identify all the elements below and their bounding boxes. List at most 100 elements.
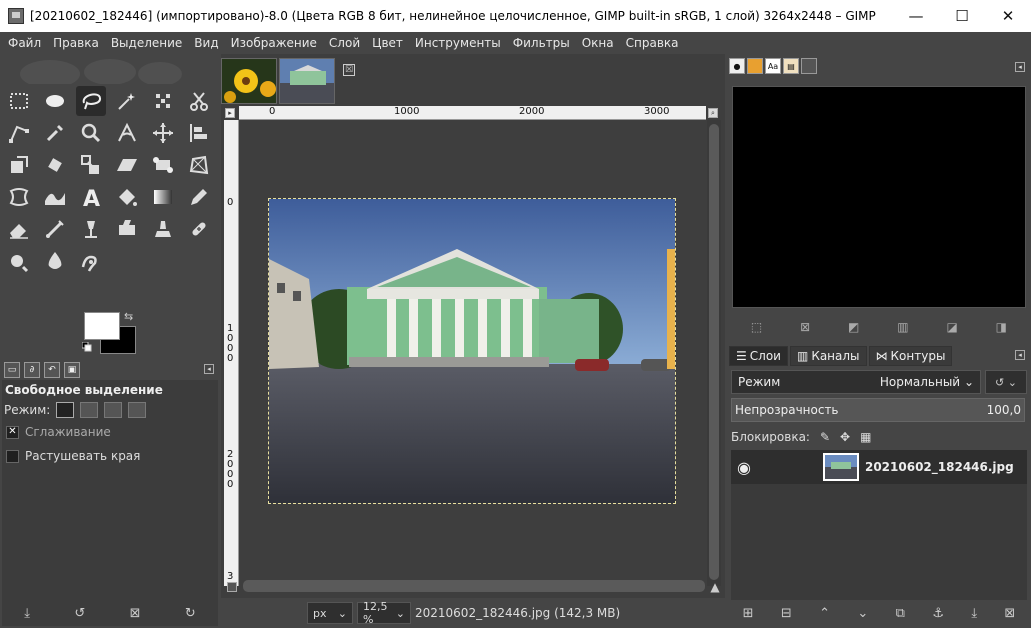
menu-view[interactable]: Вид xyxy=(188,36,224,50)
brush-duplicate-icon[interactable]: ▥ xyxy=(897,320,908,334)
fuzzy-select-tool-button[interactable] xyxy=(112,86,142,116)
blur-tool-button[interactable] xyxy=(40,246,70,276)
ellipse-select-tool-button[interactable] xyxy=(40,86,70,116)
toggle-quick-mask-icon[interactable] xyxy=(227,582,237,592)
restore-options-icon[interactable]: ↺ xyxy=(74,606,85,621)
tab-layers[interactable]: ☰ Слои xyxy=(729,346,788,366)
opacity-slider[interactable]: Непрозрачность 100,0 xyxy=(731,398,1025,422)
undo-history-tab-icon[interactable]: ↶ xyxy=(44,362,60,378)
cage-tool-button[interactable] xyxy=(4,182,34,212)
text-tool-button[interactable]: A xyxy=(76,182,106,212)
delete-options-icon[interactable]: ⊠ xyxy=(130,606,141,621)
brush-preview-area[interactable] xyxy=(732,86,1026,308)
raise-layer-icon[interactable]: ⌃ xyxy=(819,606,830,621)
tab-paths[interactable]: ⋈ Контуры xyxy=(868,346,953,366)
image-tab-flowers[interactable] xyxy=(221,58,277,104)
scale-tool-button[interactable] xyxy=(76,150,106,180)
unit-selector[interactable]: px ⌄ xyxy=(307,602,353,624)
navigate-icon[interactable]: ▲ xyxy=(710,580,720,594)
ink-tool-button[interactable] xyxy=(76,214,106,244)
document-history-tab-icon[interactable]: ▤ xyxy=(783,58,799,74)
lower-layer-icon[interactable]: ⌄ xyxy=(857,606,868,621)
merge-down-icon[interactable]: ⤓ xyxy=(971,606,977,621)
antialias-checkbox[interactable]: ✕ xyxy=(6,425,19,439)
perspective-tool-button[interactable] xyxy=(184,150,214,180)
menu-layer[interactable]: Слой xyxy=(323,36,366,50)
mode-subtract-button[interactable] xyxy=(104,402,123,418)
eye-visibility-icon[interactable]: ◉ xyxy=(737,458,751,477)
align-tool-button[interactable] xyxy=(184,118,214,148)
brush-view-icon[interactable]: ⬚ xyxy=(751,320,762,334)
brush-new-icon[interactable]: ◪ xyxy=(946,320,957,334)
layer-mode-select[interactable]: Режим Нормальный ⌄ xyxy=(731,370,981,394)
reset-options-icon[interactable]: ↻ xyxy=(185,606,196,621)
composite-mode-button[interactable]: ↺ ⌄ xyxy=(985,370,1027,394)
image-tab-building[interactable] xyxy=(279,58,335,104)
patterns-tab-icon[interactable] xyxy=(747,58,763,74)
feather-checkbox[interactable] xyxy=(6,449,19,463)
layers-dock-menu-icon[interactable]: ◂ xyxy=(1015,350,1025,360)
menu-file[interactable]: Файл xyxy=(2,36,47,50)
image-canvas[interactable] xyxy=(268,198,676,504)
lock-pixels-icon[interactable]: ✎ xyxy=(820,430,830,444)
shear-tool-button[interactable] xyxy=(112,150,142,180)
rotate-tool-button[interactable] xyxy=(40,150,70,180)
heal-tool-button[interactable] xyxy=(184,214,214,244)
warp-tool-button[interactable] xyxy=(40,182,70,212)
quick-mask-icon[interactable]: ▸ xyxy=(225,108,235,118)
save-options-icon[interactable]: ⤓ xyxy=(24,606,30,621)
menu-windows[interactable]: Окна xyxy=(576,36,620,50)
handle-transform-tool-button[interactable] xyxy=(148,150,178,180)
brushes-tab-icon[interactable]: ● xyxy=(729,58,745,74)
tab-channels[interactable]: ▥ Каналы xyxy=(789,346,867,366)
device-status-tab-icon[interactable]: ∂ xyxy=(24,362,40,378)
unified-transform-tool-button[interactable] xyxy=(4,150,34,180)
lock-position-icon[interactable]: ✥ xyxy=(840,430,850,444)
mypaint-brush-tool-button[interactable] xyxy=(112,214,142,244)
minimize-button[interactable]: — xyxy=(893,0,939,32)
menu-colors[interactable]: Цвет xyxy=(366,36,409,50)
clone-tool-button[interactable] xyxy=(148,214,178,244)
lock-alpha-icon[interactable]: ▦ xyxy=(860,430,871,444)
toolbox-menu-icon[interactable]: ◂ xyxy=(204,364,214,374)
vertical-scrollbar[interactable] xyxy=(707,120,721,586)
fonts-tab-icon[interactable]: Aa xyxy=(765,58,781,74)
color-picker-tool-button[interactable] xyxy=(40,118,70,148)
airbrush-tool-button[interactable] xyxy=(40,214,70,244)
close-image-tab-icon[interactable]: ☒ xyxy=(343,64,355,76)
gradient-tool-button[interactable] xyxy=(148,182,178,212)
brush-refresh-icon[interactable]: ◨ xyxy=(996,320,1007,334)
layer-row[interactable]: ◉ 20210602_182446.jpg xyxy=(731,450,1027,484)
antialias-option[interactable]: ✕ Сглаживание xyxy=(2,420,218,444)
paths-tool-button[interactable] xyxy=(4,118,34,148)
rect-select-tool-button[interactable] xyxy=(4,86,34,116)
close-button[interactable]: ✕ xyxy=(985,0,1031,32)
zoom-selector[interactable]: 12,5 % ⌄ xyxy=(357,600,411,626)
select-by-color-tool-button[interactable] xyxy=(148,86,178,116)
eraser-tool-button[interactable] xyxy=(4,214,34,244)
new-layer-group-icon[interactable]: ⊟ xyxy=(781,606,792,621)
measure-tool-button[interactable] xyxy=(112,118,142,148)
layers-list[interactable]: ◉ 20210602_182446.jpg xyxy=(731,450,1027,600)
gegl-tool-button[interactable] xyxy=(76,246,106,276)
menu-select[interactable]: Выделение xyxy=(105,36,188,50)
pencil-tool-button[interactable] xyxy=(184,182,214,212)
brush-delete-icon[interactable]: ⊠ xyxy=(800,320,810,334)
mode-add-button[interactable] xyxy=(80,402,99,418)
menu-image[interactable]: Изображение xyxy=(225,36,323,50)
tool-options-tab-icon[interactable]: ▭ xyxy=(4,362,20,378)
images-dock-tab-icon[interactable] xyxy=(801,58,817,74)
maximize-button[interactable]: ☐ xyxy=(939,0,985,32)
free-select-tool-button[interactable] xyxy=(76,86,106,116)
vertical-scroll-thumb[interactable] xyxy=(709,124,719,580)
canvas-viewport[interactable] xyxy=(240,120,706,586)
bucket-fill-tool-button[interactable] xyxy=(112,182,142,212)
horizontal-scrollbar[interactable] xyxy=(243,580,705,592)
menu-tools[interactable]: Инструменты xyxy=(409,36,507,50)
duplicate-layer-icon[interactable]: ⧉ xyxy=(896,606,905,621)
images-tab-icon[interactable]: ▣ xyxy=(64,362,80,378)
vertical-ruler[interactable]: 0 1000 2000 3 xyxy=(224,120,239,586)
move-tool-button[interactable] xyxy=(148,118,178,148)
new-layer-icon[interactable]: ⊞ xyxy=(743,606,754,621)
swap-colors-icon[interactable]: ⇆ xyxy=(124,310,133,323)
